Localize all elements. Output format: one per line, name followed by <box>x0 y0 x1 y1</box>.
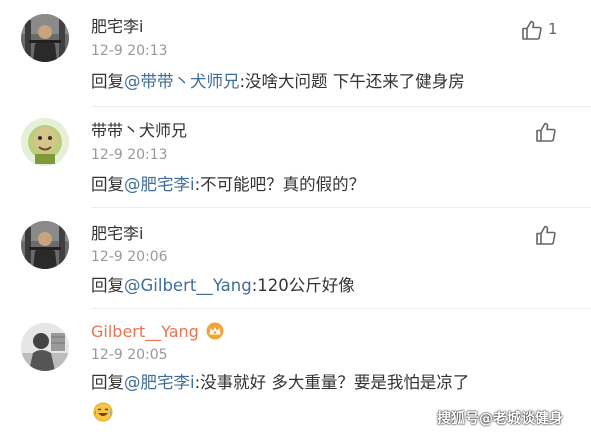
comment-text: 回复@Gilbert__Yang:120公斤好像 <box>91 275 355 297</box>
comment-item: 肥宅李i 12-9 20:13 回复@带带丶犬师兄:没啥大问题 下午还来了健身房… <box>0 0 591 106</box>
reply-prefix: 回复 <box>91 175 124 194</box>
username[interactable]: Gilbert__Yang <box>91 322 225 345</box>
laugh-cry-emoji-icon <box>93 402 113 422</box>
reply-prefix: 回复 <box>91 72 124 91</box>
comment-text: 回复@带带丶犬师兄:没啥大问题 下午还来了健身房 <box>91 71 465 93</box>
comment-content: :不可能吧？真的假的？ <box>194 175 366 194</box>
username[interactable]: 肥宅李i <box>91 17 143 37</box>
mention-link[interactable]: @肥宅李i <box>124 175 195 194</box>
username-text: Gilbert__Yang <box>91 322 199 341</box>
comment-content: :120公斤好像 <box>251 276 355 295</box>
mention-link[interactable]: @带带丶犬师兄 <box>124 72 240 91</box>
timestamp: 12-9 20:06 <box>91 249 168 265</box>
thumbs-up-icon[interactable] <box>521 19 543 41</box>
avatar[interactable] <box>21 118 69 166</box>
timestamp: 12-9 20:05 <box>91 347 168 363</box>
watermark: 搜狐号@老城谈健身 <box>437 411 563 427</box>
comment-content: :没啥大问题 下午还来了健身房 <box>239 72 465 91</box>
username[interactable]: 带带丶犬师兄 <box>91 121 187 141</box>
reply-prefix: 回复 <box>91 276 124 295</box>
avatar[interactable] <box>21 323 69 371</box>
comment-text: 回复@肥宅李i:不可能吧？真的假的？ <box>91 174 365 196</box>
reply-prefix: 回复 <box>91 373 124 392</box>
thumbs-up-icon[interactable] <box>535 224 557 246</box>
timestamp: 12-9 20:13 <box>91 43 168 59</box>
thumbs-up-icon[interactable] <box>535 121 557 143</box>
mention-link[interactable]: @Gilbert__Yang <box>124 276 252 295</box>
comment-text: 回复@肥宅李i:没事就好 多大重量？要是我怕是凉了 <box>91 372 469 394</box>
comment-thread: 肥宅李i 12-9 20:13 回复@带带丶犬师兄:没啥大问题 下午还来了健身房… <box>0 0 591 435</box>
mention-link[interactable]: @肥宅李i <box>124 373 195 392</box>
avatar[interactable] <box>21 221 69 269</box>
comment-item: 肥宅李i 12-9 20:06 回复@Gilbert__Yang:120公斤好像 <box>0 208 591 308</box>
avatar[interactable] <box>21 14 69 62</box>
like-count: 1 <box>548 20 558 38</box>
timestamp: 12-9 20:13 <box>91 147 168 163</box>
crown-badge-icon <box>205 322 225 345</box>
comment-content: :没事就好 多大重量？要是我怕是凉了 <box>194 373 470 392</box>
username[interactable]: 肥宅李i <box>91 224 143 244</box>
comment-item: 带带丶犬师兄 12-9 20:13 回复@肥宅李i:不可能吧？真的假的？ <box>0 107 591 207</box>
